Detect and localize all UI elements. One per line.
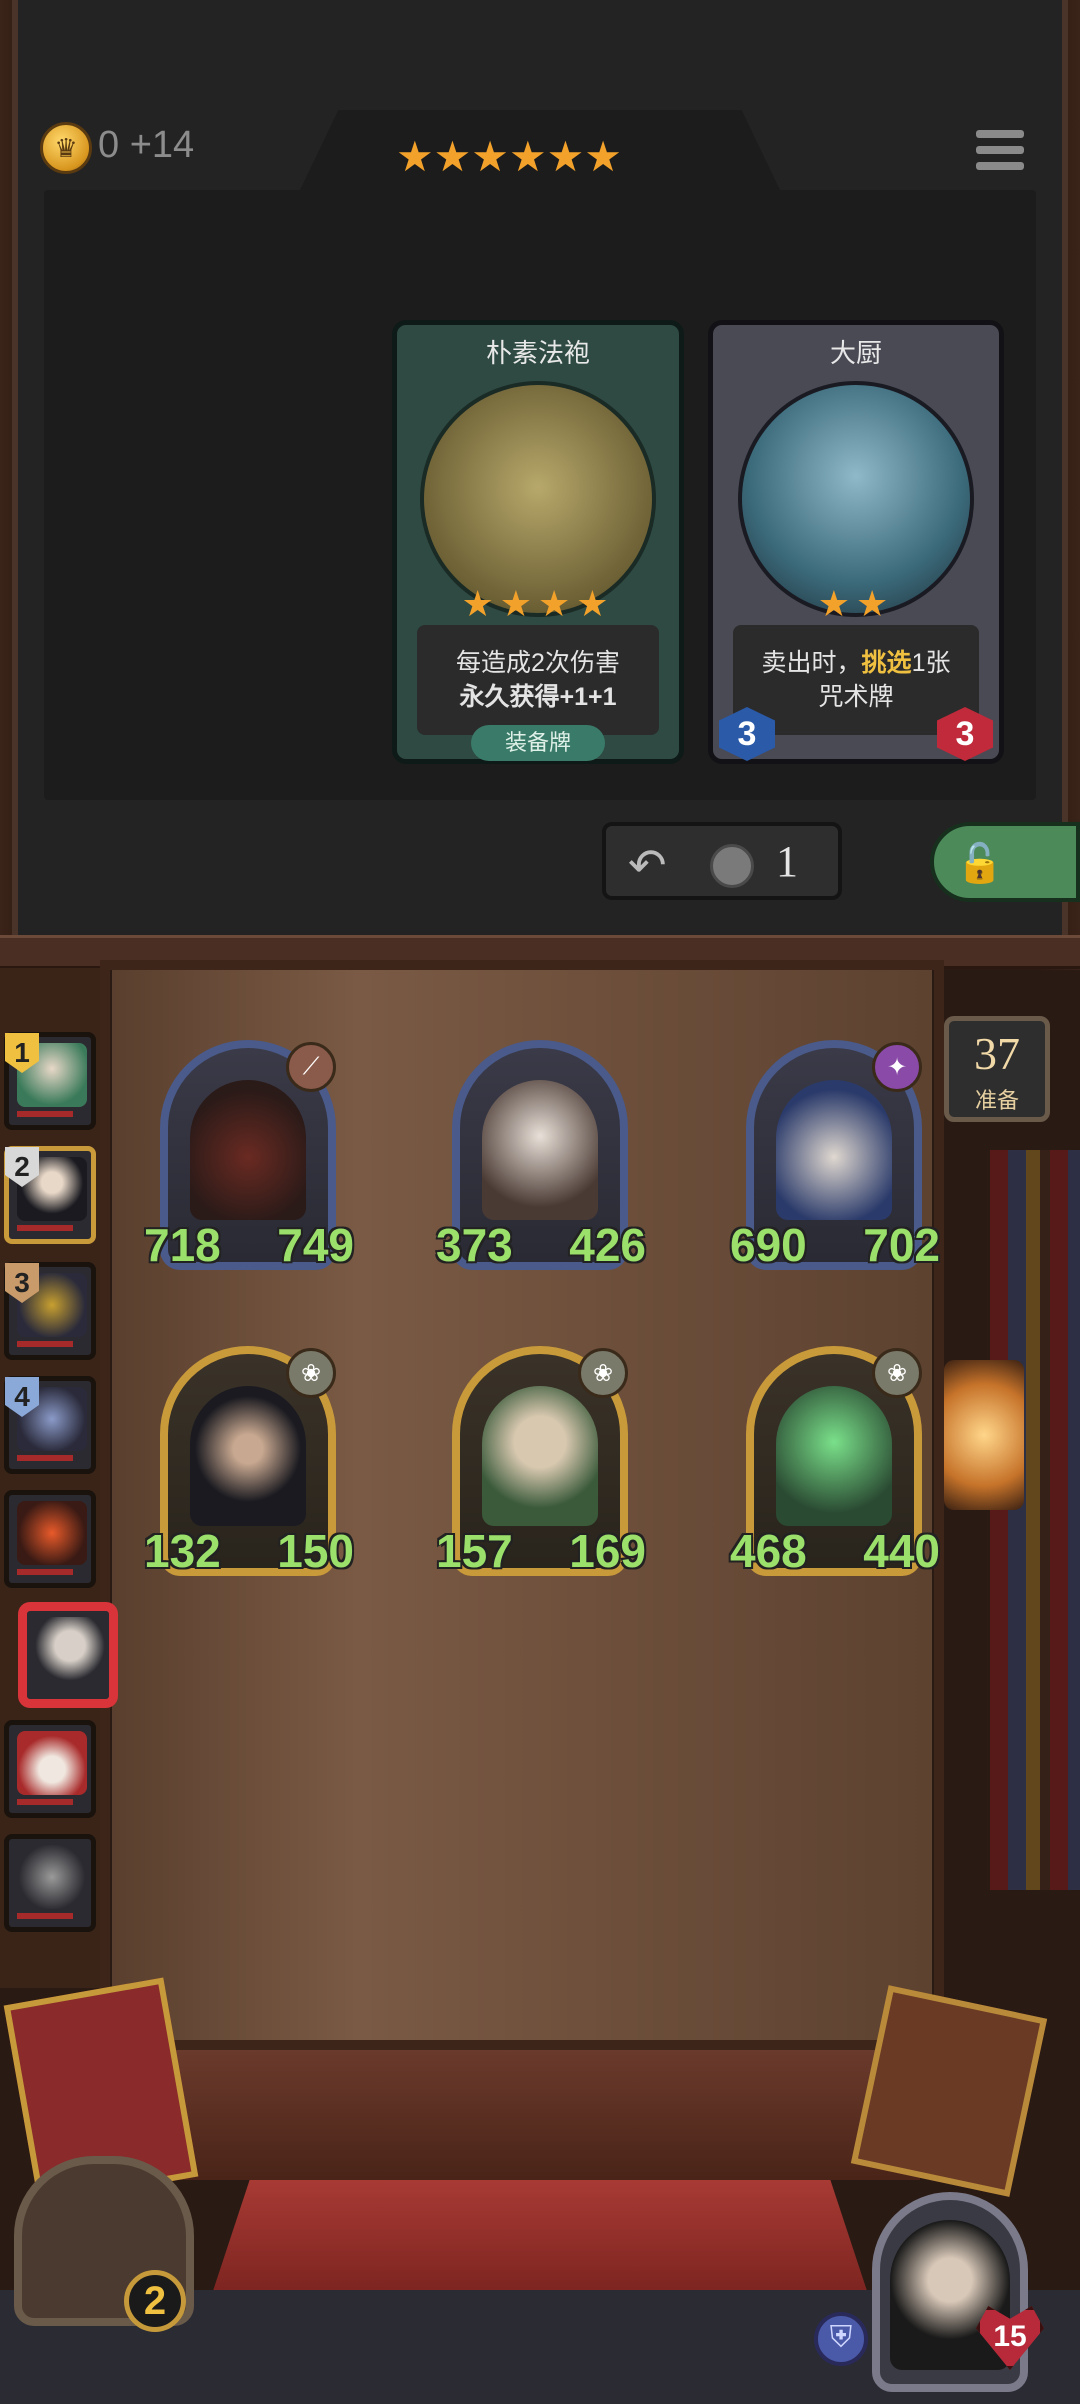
- staff-portrait: [776, 1386, 892, 1526]
- coin-icon: [710, 844, 754, 888]
- unit-attack: 373: [436, 1219, 513, 1271]
- health-bar: [17, 1569, 73, 1575]
- opponent-avatar: [35, 1617, 105, 1681]
- desc-line-1: 每造成2次伤害: [456, 649, 620, 677]
- lantern-icon: [944, 1360, 1024, 1510]
- crone-portrait: [482, 1386, 598, 1526]
- health-bar: [17, 1225, 73, 1231]
- wizard-portrait: [776, 1080, 892, 1220]
- roster-opponent-selected[interactable]: [22, 1606, 114, 1704]
- refresh-cost: 1: [776, 837, 798, 886]
- board-unit-staff[interactable]: ❀ 468 440: [730, 1346, 940, 1577]
- unit-health: 702: [863, 1219, 940, 1271]
- menu-icon: [976, 130, 1024, 138]
- magic-icon: ✦: [872, 1042, 922, 1092]
- health-bar: [17, 1341, 73, 1347]
- card-type-tag: 装备牌: [471, 725, 605, 761]
- desc-part-2: 1张: [911, 649, 951, 677]
- desc-line-1: 卖出时，挑选1张: [762, 646, 951, 680]
- unit-health: 169: [569, 1525, 646, 1577]
- chest-count-badge: 2: [124, 2270, 186, 2332]
- stage-steps: [140, 2050, 920, 2180]
- card-name: 朴素法袍: [485, 338, 590, 368]
- chef-portrait: [738, 381, 974, 617]
- tavern-star-rating: ★★★★★★: [396, 132, 628, 181]
- refresh-button[interactable]: ↶ 1: [602, 822, 842, 900]
- unit-attack: 690: [730, 1219, 807, 1271]
- tavern-stars: ★★★★★★: [396, 133, 622, 180]
- card-stars: ★★★★: [461, 583, 615, 624]
- shield-icon[interactable]: ⛨: [814, 2312, 868, 2366]
- unit-attack: 157: [436, 1525, 513, 1577]
- hooded-portrait: [190, 1386, 306, 1526]
- opponent-avatar: [17, 1501, 87, 1565]
- desc-highlight: 挑选: [861, 649, 912, 677]
- turn-phase-label: 准备: [974, 1088, 1019, 1113]
- opponent-avatar: [17, 1845, 87, 1909]
- board-unit-wizard[interactable]: ✦ 690 702: [730, 1040, 940, 1271]
- bookshelf-right: [990, 1150, 1080, 1890]
- menu-icon-bar: [976, 162, 1024, 170]
- roster-opponent-7[interactable]: [4, 1720, 96, 1818]
- claw-icon: ⟋: [286, 1042, 336, 1092]
- crown-coin-icon: ♛: [40, 122, 92, 174]
- unit-health: 150: [277, 1525, 354, 1577]
- paw-icon: ❀: [578, 1348, 628, 1398]
- refresh-icon: ↶: [628, 839, 667, 891]
- paw-icon: ❀: [286, 1348, 336, 1398]
- desc-part-1: 卖出时，: [761, 649, 862, 677]
- board-unit-hooded[interactable]: ❀ 132 150: [144, 1346, 354, 1577]
- gold-amount: 0 +14: [98, 124, 195, 166]
- roster-opponent-8[interactable]: [4, 1834, 96, 1932]
- roster-opponent-1[interactable]: 1: [4, 1032, 96, 1130]
- opponent-avatar: [17, 1731, 87, 1795]
- roster-opponent-4[interactable]: 4: [4, 1376, 96, 1474]
- unit-attack: 468: [730, 1525, 807, 1577]
- turn-counter: 37 准备: [944, 1016, 1050, 1122]
- paw-icon: ❀: [872, 1348, 922, 1398]
- card-stars: ★★: [817, 583, 895, 624]
- roster-opponent-5[interactable]: [4, 1490, 96, 1588]
- board-unit-rat[interactable]: 373 426: [436, 1040, 646, 1271]
- unit-attack: 718: [144, 1219, 221, 1271]
- card-description: 每造成2次伤害 永久获得+1+1: [417, 625, 659, 735]
- boar-portrait: [190, 1080, 306, 1220]
- freeze-button[interactable]: 🔓: [930, 822, 1080, 902]
- board-unit-crone[interactable]: ❀ 157 169: [436, 1346, 646, 1577]
- desc-line-2: 永久获得+1+1: [459, 683, 617, 711]
- red-rug: [210, 2180, 870, 2300]
- unit-health: 426: [569, 1219, 646, 1271]
- roster-opponent-3[interactable]: 3: [4, 1262, 96, 1360]
- roster-opponent-2[interactable]: 2: [4, 1146, 96, 1244]
- robe-portrait: [420, 381, 656, 617]
- unit-health: 440: [863, 1525, 940, 1577]
- health-bar: [17, 1799, 73, 1805]
- unit-health: 749: [277, 1219, 354, 1271]
- health-bar: [17, 1455, 73, 1461]
- turn-number: 37: [974, 1028, 1020, 1079]
- health-bar: [17, 1111, 73, 1117]
- menu-icon-bar: [976, 146, 1024, 154]
- health-bar: [17, 1913, 73, 1919]
- card-name: 大厨: [829, 338, 882, 368]
- board-unit-boar[interactable]: ⟋ 718 749: [144, 1040, 354, 1271]
- rat-portrait: [482, 1080, 598, 1220]
- menu-button[interactable]: [972, 124, 1028, 180]
- lock-icon: 🔓: [956, 843, 1004, 885]
- shop-card-robe[interactable]: 朴素法袍 ★★★★ 每造成2次伤害 永久获得+1+1 装备牌: [392, 320, 684, 764]
- shop-card-chef[interactable]: 大厨 ★★ 卖出时，挑选1张 咒术牌 3 3: [708, 320, 1004, 764]
- unit-attack: 132: [144, 1525, 221, 1577]
- desc-line-2: 咒术牌: [818, 683, 894, 711]
